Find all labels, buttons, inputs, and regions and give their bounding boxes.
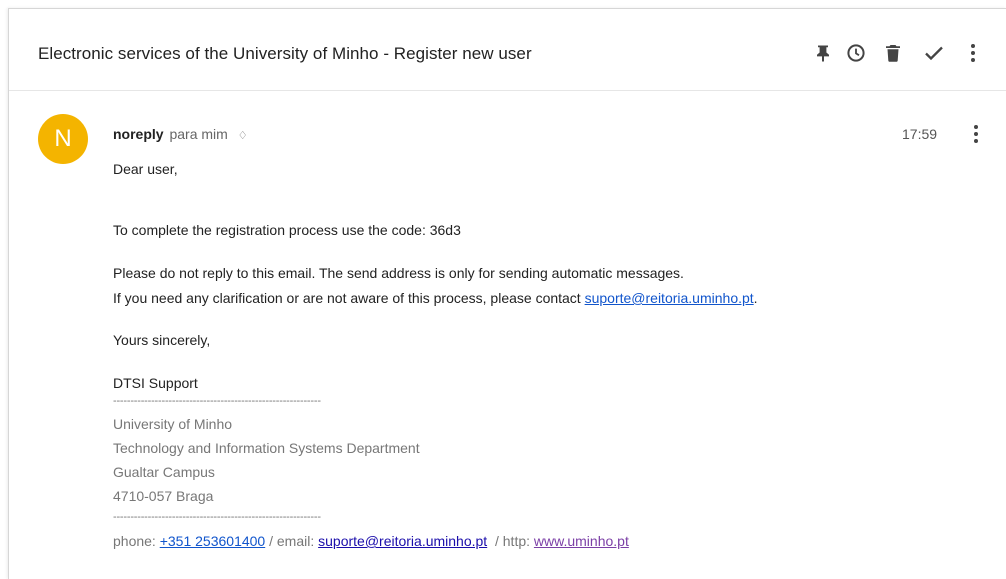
recipient-label: para mim <box>169 126 228 142</box>
snooze-button[interactable] <box>842 39 870 67</box>
avatar[interactable]: N <box>38 114 88 164</box>
signature-separator-bottom: ----------------------------------------… <box>113 511 321 523</box>
code-line: To complete the registration process use… <box>113 222 461 238</box>
sender-name[interactable]: noreply <box>113 126 164 142</box>
support-email-link[interactable]: suporte@reitoria.uminho.pt <box>585 290 754 306</box>
done-button[interactable] <box>920 39 948 67</box>
signature-contact: phone: +351 253601400 / email: suporte@r… <box>113 533 629 549</box>
http-label: / http: <box>487 533 534 549</box>
website-link[interactable]: www.uminho.pt <box>534 533 629 549</box>
signature-email-link[interactable]: suporte@reitoria.uminho.pt <box>318 533 487 549</box>
thread-header: Electronic services of the University of… <box>9 9 1006 91</box>
sender-line: noreply para mim ♢ <box>113 126 248 142</box>
notice-line-2-text: If you need any clarification or are not… <box>113 290 585 306</box>
more-vert-icon <box>971 44 975 62</box>
recipient-details-toggle[interactable]: ♢ <box>238 130 248 142</box>
notice-line-1: Please do not reply to this email. The s… <box>113 265 684 281</box>
check-icon <box>925 46 943 61</box>
notice-line-2: If you need any clarification or are not… <box>113 290 758 306</box>
delete-button[interactable] <box>879 39 907 67</box>
signature-postcode: 4710-057 Braga <box>113 488 214 504</box>
signature-campus: Gualtar Campus <box>113 464 215 480</box>
more-vert-icon <box>974 125 978 143</box>
signature-separator-top: ----------------------------------------… <box>113 395 321 407</box>
pin-button[interactable] <box>809 39 837 67</box>
notice-line-2-end: . <box>753 290 758 306</box>
email-label: / email: <box>265 533 319 549</box>
message-more-button[interactable] <box>966 122 986 146</box>
signature-department: Technology and Information Systems Depar… <box>113 440 420 456</box>
email-view: Electronic services of the University of… <box>8 8 1006 579</box>
trash-icon <box>886 45 900 62</box>
pin-icon <box>817 45 829 62</box>
phone-label: phone: <box>113 533 160 549</box>
email-subject: Electronic services of the University of… <box>38 44 532 63</box>
more-options-button[interactable] <box>959 39 987 67</box>
signature-university: University of Minho <box>113 416 233 432</box>
greeting: Dear user, <box>113 161 178 177</box>
clock-icon <box>847 44 865 62</box>
closing: Yours sincerely, <box>113 332 211 348</box>
phone-link[interactable]: +351 253601400 <box>160 533 266 549</box>
avatar-letter: N <box>54 125 72 152</box>
message-time: 17:59 <box>902 126 938 142</box>
signoff: DTSI Support <box>113 375 198 391</box>
